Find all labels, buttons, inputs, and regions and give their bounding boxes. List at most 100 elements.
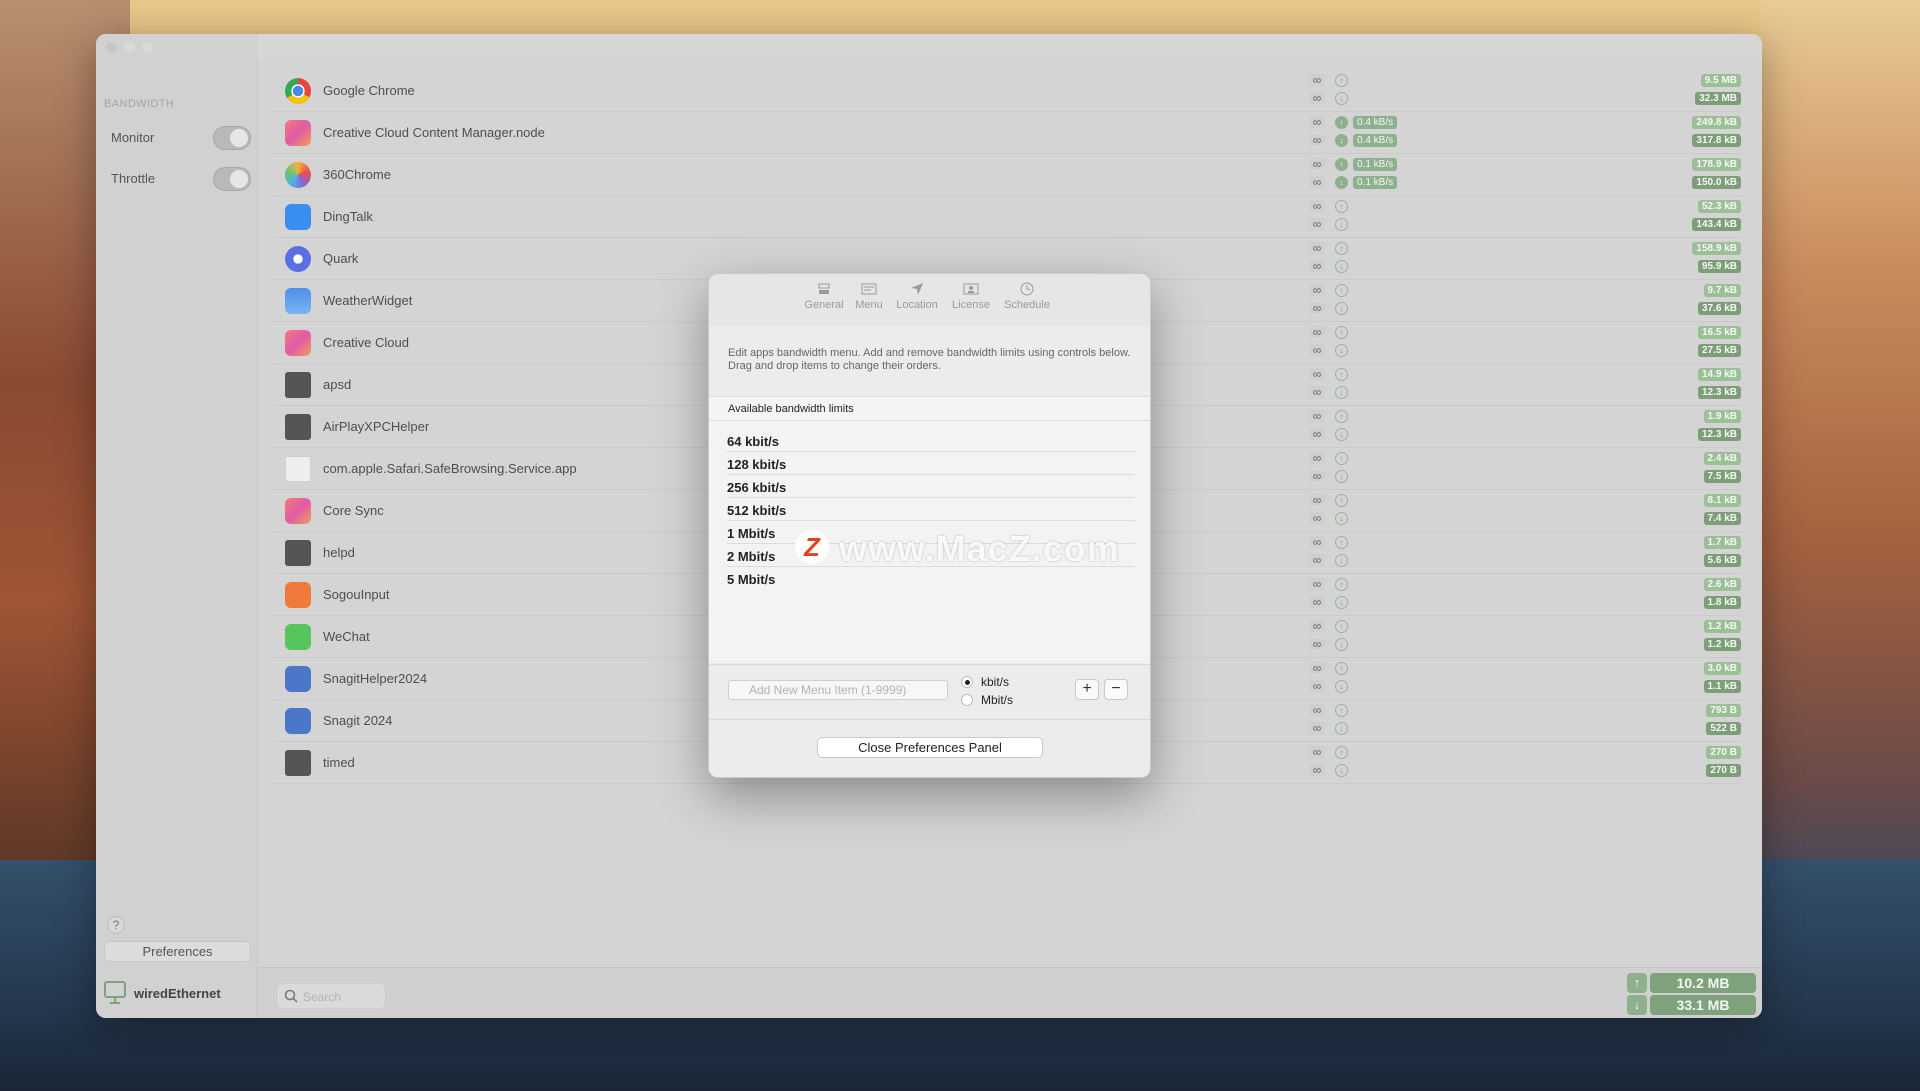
download-arrow-icon: ↓ xyxy=(1335,92,1348,105)
download-limit-menu[interactable]: ∞ xyxy=(1309,302,1325,314)
toggle-knob xyxy=(230,170,248,188)
download-arrow-icon: ↓ xyxy=(1335,344,1348,357)
upload-limit-menu[interactable]: ∞ xyxy=(1309,620,1325,632)
download-limit-menu[interactable]: ∞ xyxy=(1309,554,1325,566)
upload-arrow-icon: ↑ xyxy=(1335,242,1348,255)
help-button[interactable]: ? xyxy=(107,916,125,934)
upload-limit-menu[interactable]: ∞ xyxy=(1309,704,1325,716)
schedule-icon xyxy=(1020,282,1034,296)
app-name: Google Chrome xyxy=(323,83,415,98)
new-limit-input[interactable] xyxy=(728,680,948,700)
upload-limit-menu[interactable]: ∞ xyxy=(1309,494,1325,506)
tab-license[interactable]: License xyxy=(949,281,993,311)
search-icon xyxy=(284,989,298,1003)
limit-item[interactable]: 128 kbit/s xyxy=(727,452,1135,475)
limit-item[interactable]: 256 kbit/s xyxy=(727,475,1135,498)
upload-arrow-icon: ↑ xyxy=(1335,746,1348,759)
upload-limit-menu[interactable]: ∞ xyxy=(1309,326,1325,338)
terminal-icon xyxy=(285,540,311,566)
monitor-toggle[interactable] xyxy=(213,126,251,150)
download-limit-menu[interactable]: ∞ xyxy=(1309,764,1325,776)
upload-limit-menu[interactable]: ∞ xyxy=(1309,410,1325,422)
download-limit-menu[interactable]: ∞ xyxy=(1309,428,1325,440)
download-limit-menu[interactable]: ∞ xyxy=(1309,260,1325,272)
search-field[interactable]: Search xyxy=(276,983,386,1009)
radio-button[interactable] xyxy=(961,676,973,688)
upload-rate: 0.1 kB/s xyxy=(1353,158,1398,171)
throttle-toggle[interactable] xyxy=(213,167,251,191)
table-row[interactable]: Google Chrome ∞ ↑ 9.5 MB ∞ ↓ 32.3 MB xyxy=(273,70,1743,112)
download-total: 317.8 kB xyxy=(1692,134,1741,147)
upload-arrow-icon: ↑ xyxy=(1627,973,1647,993)
download-arrow-icon: ↓ xyxy=(1335,386,1348,399)
quark-icon xyxy=(285,246,311,272)
sidebar-item-monitor: Monitor xyxy=(111,126,251,150)
upload-limit-menu[interactable]: ∞ xyxy=(1309,158,1325,170)
download-total: 143.4 kB xyxy=(1692,218,1741,231)
unit-option-label: kbit/s xyxy=(981,675,1010,689)
download-limit-menu[interactable]: ∞ xyxy=(1309,92,1325,104)
download-arrow-icon: ↓ xyxy=(1335,134,1348,147)
network-interface[interactable]: wiredEthernet xyxy=(104,980,254,1006)
table-row[interactable]: 360Chrome ∞ ↑ 0.1 kB/s 178.9 kB ∞ ↓ 0.1 kB/s 150… xyxy=(273,154,1743,196)
preferences-button[interactable]: Preferences xyxy=(104,941,251,962)
unit-option-label: Mbit/s xyxy=(981,693,1014,707)
download-limit-menu[interactable]: ∞ xyxy=(1309,344,1325,356)
upload-total: 8.1 kB xyxy=(1703,494,1741,507)
upload-limit-menu[interactable]: ∞ xyxy=(1309,368,1325,380)
download-limit-menu[interactable]: ∞ xyxy=(1309,680,1325,692)
download-total: 1.1 kB xyxy=(1703,680,1741,693)
download-limit-menu[interactable]: ∞ xyxy=(1309,386,1325,398)
download-limit-menu[interactable]: ∞ xyxy=(1309,512,1325,524)
monitor-icon xyxy=(104,981,126,1004)
upload-limit-menu[interactable]: ∞ xyxy=(1309,578,1325,590)
tab-general[interactable]: General xyxy=(801,281,847,311)
download-limit-menu[interactable]: ∞ xyxy=(1309,176,1325,188)
download-arrow-icon: ↓ xyxy=(1335,218,1348,231)
download-limit-menu[interactable]: ∞ xyxy=(1309,722,1325,734)
upload-limit-menu[interactable]: ∞ xyxy=(1309,452,1325,464)
download-total: 1.2 kB xyxy=(1703,638,1741,651)
download-limit-menu[interactable]: ∞ xyxy=(1309,638,1325,650)
terminal-icon xyxy=(285,372,311,398)
limit-item[interactable]: 64 kbit/s xyxy=(727,429,1135,452)
close-preferences-button[interactable]: Close Preferences Panel xyxy=(817,737,1043,758)
tab-schedule[interactable]: Schedule xyxy=(1001,281,1053,311)
upload-arrow-icon: ↑ xyxy=(1335,662,1348,675)
download-limit-menu[interactable]: ∞ xyxy=(1309,596,1325,608)
table-row[interactable]: DingTalk ∞ ↑ 52.3 kB ∞ ↓ 143.4 kB xyxy=(273,196,1743,238)
download-limit-menu[interactable]: ∞ xyxy=(1309,218,1325,230)
upload-limit-menu[interactable]: ∞ xyxy=(1309,284,1325,296)
remove-limit-button[interactable]: − xyxy=(1104,679,1128,700)
app-name: Core Sync xyxy=(323,503,384,518)
close-window-button[interactable] xyxy=(106,42,117,53)
table-row[interactable]: Creative Cloud Content Manager.node ∞ ↑ 0.4… xyxy=(273,112,1743,154)
upload-limit-menu[interactable]: ∞ xyxy=(1309,116,1325,128)
limit-item[interactable]: 512 kbit/s xyxy=(727,498,1135,521)
upload-limit-menu[interactable]: ∞ xyxy=(1309,536,1325,548)
download-arrow-icon: ↓ xyxy=(1335,722,1348,735)
tab-location[interactable]: Location xyxy=(893,281,941,311)
upload-limit-menu[interactable]: ∞ xyxy=(1309,74,1325,86)
upload-limit-menu[interactable]: ∞ xyxy=(1309,242,1325,254)
upload-limit-menu[interactable]: ∞ xyxy=(1309,662,1325,674)
upload-total: 52.3 kB xyxy=(1697,200,1741,213)
zoom-window-button[interactable] xyxy=(142,42,153,53)
minimize-window-button[interactable] xyxy=(124,42,135,53)
download-limit-menu[interactable]: ∞ xyxy=(1309,470,1325,482)
limit-item-label: 1 Mbit/s xyxy=(727,526,776,541)
download-total: 37.6 kB xyxy=(1697,302,1741,315)
snagit-icon xyxy=(285,708,311,734)
limit-item[interactable]: 5 Mbit/s xyxy=(727,567,1135,590)
add-limit-button[interactable]: + xyxy=(1075,679,1099,700)
tab-menu[interactable]: Menu xyxy=(851,281,887,311)
download-rate: 0.4 kB/s xyxy=(1353,134,1398,147)
download-total: 7.5 kB xyxy=(1703,470,1741,483)
upload-limit-menu[interactable]: ∞ xyxy=(1309,200,1325,212)
download-limit-menu[interactable]: ∞ xyxy=(1309,134,1325,146)
radio-button[interactable] xyxy=(961,694,973,706)
upload-limit-menu[interactable]: ∞ xyxy=(1309,746,1325,758)
watermark-logo: Z xyxy=(795,530,829,564)
app-name: Snagit 2024 xyxy=(323,713,393,728)
main-titlebar xyxy=(259,34,1762,61)
